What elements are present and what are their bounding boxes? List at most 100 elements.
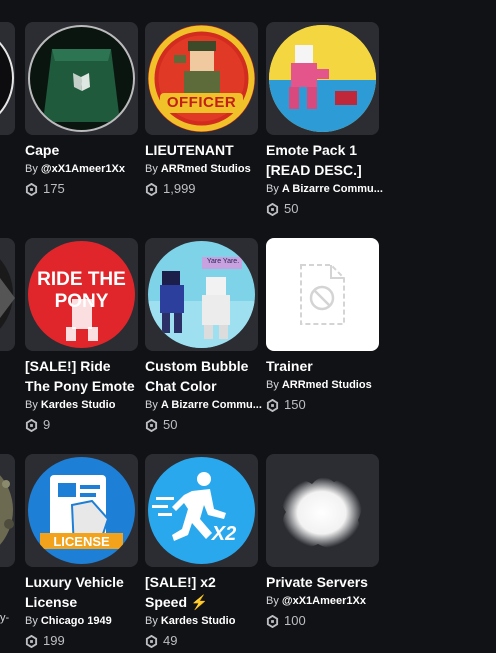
by-label: By — [145, 399, 158, 411]
robux-icon — [266, 202, 279, 216]
item-creator[interactable]: By Kardes Studio — [145, 614, 265, 629]
cape-thumbnail-art — [28, 25, 135, 132]
item-creator[interactable]: By A Bizarre Commu... — [266, 182, 386, 197]
creator-name[interactable]: Kardes Studio — [41, 399, 116, 411]
by-label: By — [266, 183, 279, 195]
robux-icon — [25, 182, 38, 196]
price-value: 9 — [43, 417, 51, 432]
item-thumbnail — [266, 238, 379, 351]
item-name[interactable]: Luxury Vehicle License — [25, 572, 138, 612]
by-label: By — [145, 163, 158, 175]
item-price: 9 — [25, 416, 138, 434]
item-name[interactable]: Trainer — [266, 356, 379, 376]
item-thumbnail: X2 — [145, 454, 258, 567]
creator-name[interactable]: @xX1Ameer1Xx — [282, 595, 366, 607]
robux-icon — [266, 398, 279, 412]
x2-label: X2 — [211, 523, 237, 545]
item-thumbnail: Yare Yare. — [145, 238, 258, 351]
price-value: 175 — [43, 181, 65, 196]
bubble-chat-thumbnail-art: Yare Yare. — [148, 241, 255, 348]
partial-thumbnail-art — [0, 22, 15, 135]
item-price: 100 — [266, 612, 379, 630]
creator-name[interactable]: ARRmed Studios — [282, 379, 372, 391]
emote-pack-thumbnail-art — [269, 25, 376, 132]
price-value: 50 — [284, 201, 299, 216]
partial-card-thumbnail[interactable] — [0, 238, 15, 351]
price-value: 1,999 — [163, 181, 196, 196]
item-price: 175 — [25, 180, 138, 198]
license-label: LICENSE — [53, 534, 110, 549]
item-creator[interactable]: By ARRmed Studios — [266, 378, 386, 393]
item-thumbnail — [266, 22, 379, 135]
item-creator[interactable]: By @xX1Ameer1Xx — [266, 594, 386, 609]
partial-card-thumbnail[interactable] — [0, 454, 15, 567]
item-price: 199 — [25, 632, 138, 650]
item-thumbnail — [25, 22, 138, 135]
robux-icon — [25, 418, 38, 432]
item-creator[interactable]: By A Bizarre Commu... — [145, 398, 265, 413]
item-creator[interactable]: By Kardes Studio — [25, 398, 145, 413]
catalog-item-card[interactable]: Yare Yare. Custom Bubble Chat Color By A … — [145, 238, 262, 434]
catalog-item-card[interactable]: Private Servers By @xX1Ameer1Xx 100 — [266, 454, 379, 630]
item-thumbnail — [266, 454, 379, 567]
pony-thumbnail-art: RIDE THE PONY — [28, 241, 135, 348]
robux-icon — [145, 182, 158, 196]
partial-thumbnail-art — [0, 454, 15, 567]
creator-name[interactable]: A Bizarre Commu... — [282, 183, 383, 195]
catalog-item-card[interactable]: RIDE THE PONY [SALE!] Ride The Pony Emot… — [25, 238, 138, 434]
robux-icon — [266, 614, 279, 628]
creator-name[interactable]: A Bizarre Commu... — [161, 399, 262, 411]
item-price: 50 — [145, 416, 258, 434]
item-price: 49 — [145, 632, 258, 650]
by-label: By — [25, 399, 38, 411]
catalog-item-card[interactable]: Trainer By ARRmed Studios 150 — [266, 238, 379, 414]
creator-name[interactable]: ARRmed Studios — [161, 163, 251, 175]
item-creator[interactable]: By Chicago 1949 — [25, 614, 145, 629]
private-servers-thumbnail-art — [281, 477, 362, 548]
item-creator[interactable]: By @xX1Ameer1Xx — [25, 162, 145, 177]
creator-name[interactable]: Kardes Studio — [161, 615, 236, 627]
robux-icon — [25, 634, 38, 648]
robux-icon — [145, 634, 158, 648]
robux-icon — [145, 418, 158, 432]
partial-creator-text: y- — [0, 612, 10, 624]
item-thumbnail: RIDE THE PONY — [25, 238, 138, 351]
partial-card-thumbnail[interactable] — [0, 22, 15, 135]
item-name[interactable]: [SALE!] x2 Speed ⚡ — [145, 572, 258, 612]
catalog-item-card[interactable]: LICENSE Luxury Vehicle License By Chicago… — [25, 454, 138, 650]
item-name[interactable]: Custom Bubble Chat Color — [145, 356, 258, 396]
price-value: 100 — [284, 613, 306, 628]
partial-thumbnail-art — [0, 238, 15, 351]
yare-label: Yare Yare. — [206, 258, 240, 265]
catalog-item-card[interactable]: Cape By @xX1Ameer1Xx 175 — [25, 22, 138, 198]
item-thumbnail: OFFICER — [145, 22, 258, 135]
item-thumbnail: LICENSE — [25, 454, 138, 567]
ride-label: RIDE THE — [37, 269, 126, 290]
catalog-item-card[interactable]: OFFICER LIEUTENANT By ARRmed Studios 1,99… — [145, 22, 258, 198]
item-creator[interactable]: By ARRmed Studios — [145, 162, 265, 177]
by-label: By — [25, 615, 38, 627]
item-name[interactable]: [SALE!] Ride The Pony Emote — [25, 356, 138, 396]
item-name[interactable]: Emote Pack 1 [READ DESC.] — [266, 140, 379, 180]
license-thumbnail-art: LICENSE — [28, 457, 135, 564]
price-value: 49 — [163, 633, 178, 648]
item-price: 50 — [266, 200, 379, 218]
item-name[interactable]: LIEUTENANT — [145, 140, 258, 160]
broken-image-icon — [300, 264, 345, 325]
officer-label: OFFICER — [166, 94, 237, 111]
creator-name[interactable]: @xX1Ameer1Xx — [41, 163, 125, 175]
item-name[interactable]: Cape — [25, 140, 138, 160]
price-value: 199 — [43, 633, 65, 648]
item-name[interactable]: Private Servers — [266, 572, 379, 592]
price-value: 50 — [163, 417, 178, 432]
by-label: By — [266, 379, 279, 391]
by-label: By — [266, 595, 279, 607]
price-value: 150 — [284, 397, 306, 412]
creator-name[interactable]: Chicago 1949 — [41, 615, 112, 627]
officer-thumbnail-art: OFFICER — [148, 25, 255, 132]
item-price: 1,999 — [145, 180, 258, 198]
catalog-item-card[interactable]: Emote Pack 1 [READ DESC.] By A Bizarre Co… — [266, 22, 383, 218]
catalog-item-card[interactable]: X2 [SALE!] x2 Speed ⚡ By Kardes Studio 49 — [145, 454, 258, 650]
speed-thumbnail-art: X2 — [148, 457, 255, 564]
pony-label: PONY — [54, 291, 109, 312]
